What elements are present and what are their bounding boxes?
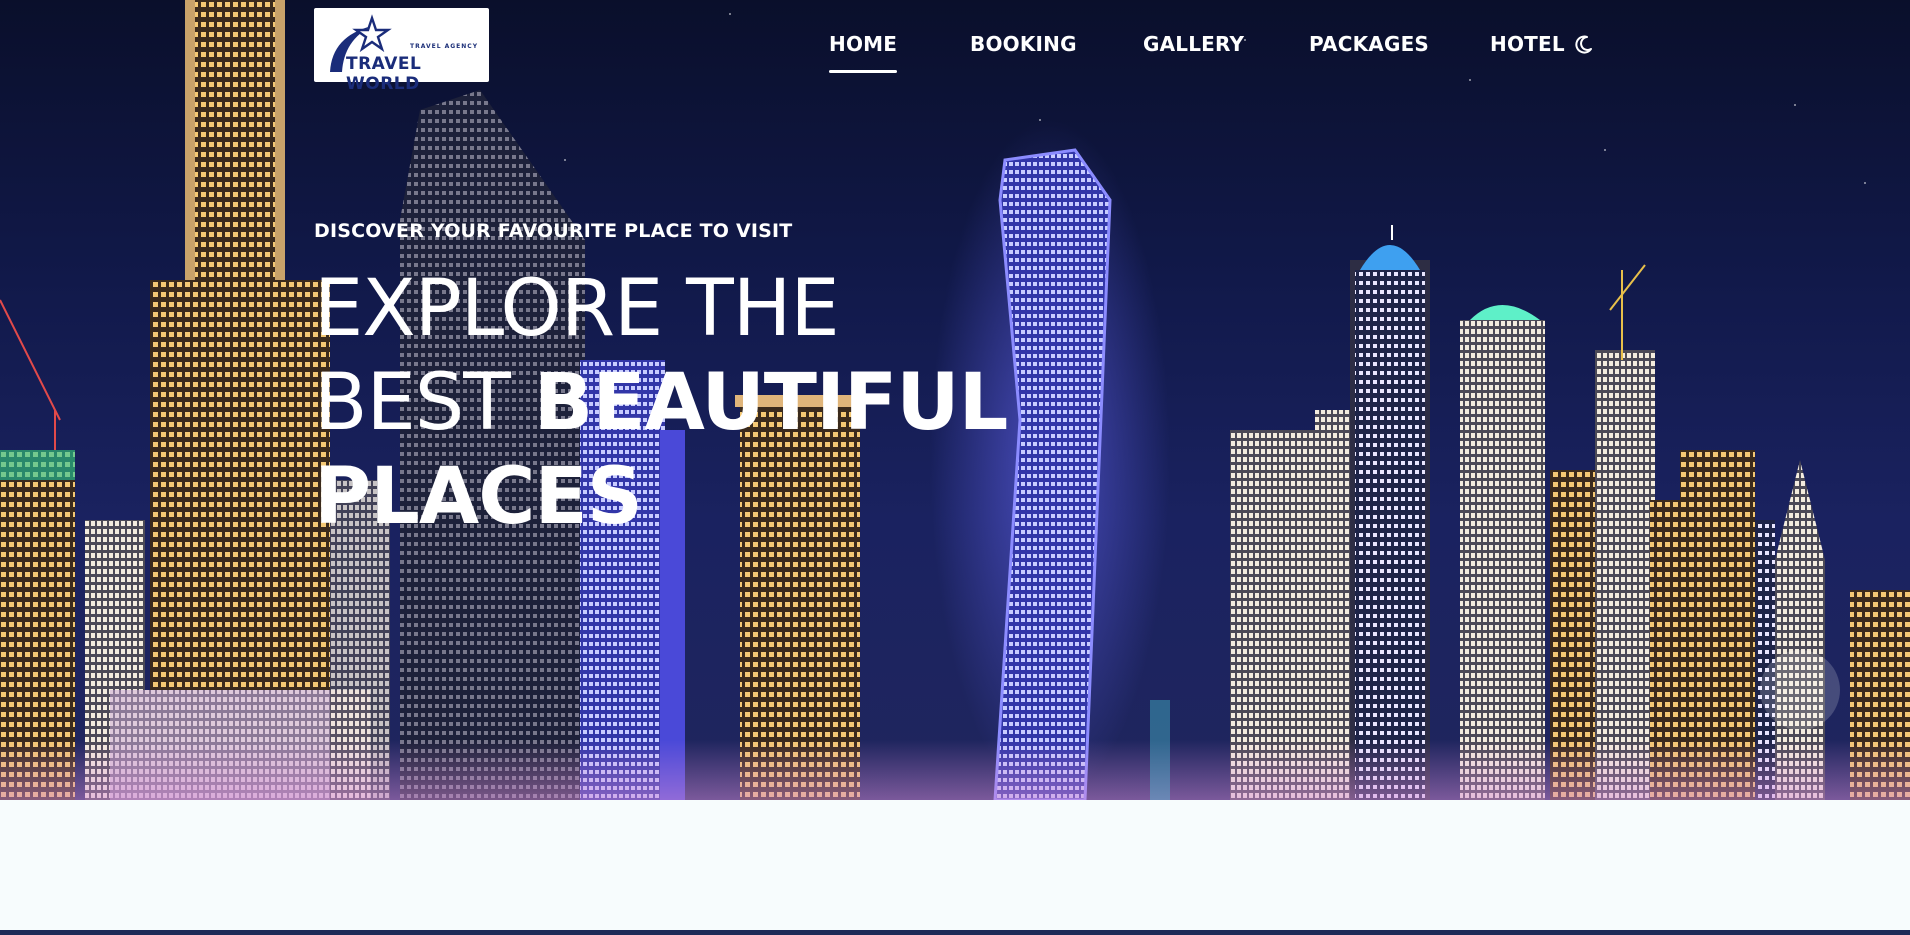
nav-item-hotel[interactable]: HOTEL	[1490, 32, 1565, 56]
logo-tagline: TRAVEL AGENCY	[410, 43, 479, 50]
hero-headline: EXPLORE THE BEST BEAUTIFUL PLACES	[314, 262, 1009, 544]
nav-item-packages[interactable]: PACKAGES	[1309, 32, 1429, 56]
headline-line-3: PLACES	[314, 452, 643, 542]
next-section-edge	[0, 930, 1910, 935]
headline-line-2-light: BEST	[314, 358, 534, 448]
logo-name: TRAVEL WORLD	[346, 54, 422, 94]
nav-item-home[interactable]: HOME	[829, 32, 898, 73]
headline-line-1: EXPLORE THE	[314, 264, 840, 354]
nav-item-booking[interactable]: BOOKING	[970, 32, 1077, 56]
headline-line-2-bold: BEAUTIFUL	[533, 358, 1009, 448]
moon-icon[interactable]	[1574, 34, 1594, 54]
travel-world-logo[interactable]: TRAVEL AGENCY TRAVEL WORLD	[314, 8, 489, 94]
nav-item-gallery[interactable]: GALLERY	[1143, 32, 1244, 56]
hero-subtitle: DISCOVER YOUR FAVOURITE PLACE TO VISIT	[314, 220, 793, 242]
